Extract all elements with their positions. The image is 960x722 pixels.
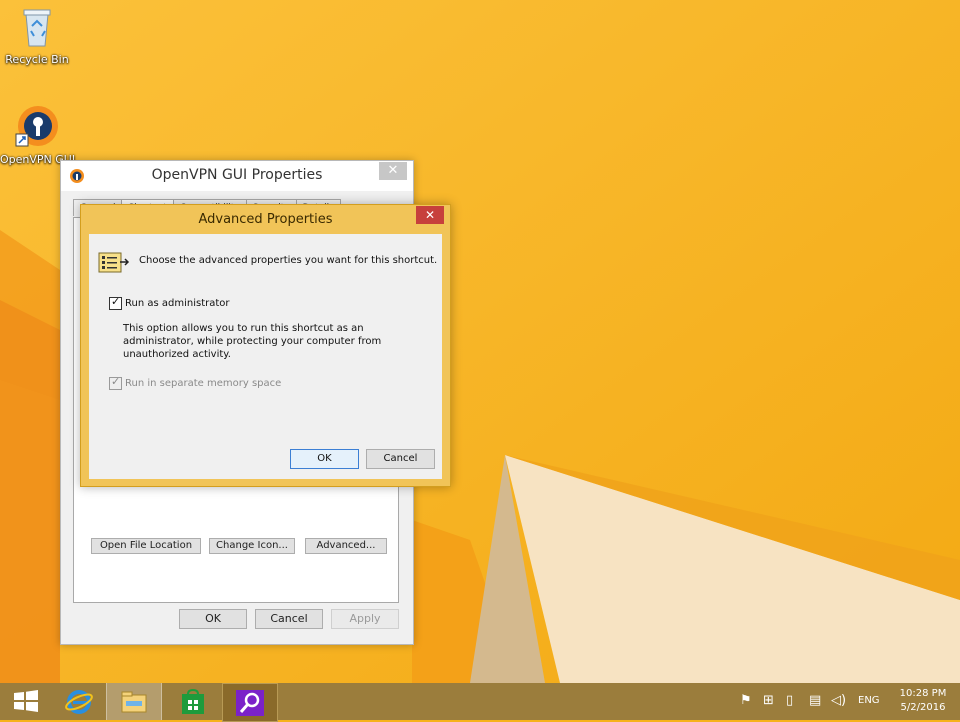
desktop-icon-label: Recycle Bin [5,53,69,66]
close-icon: ✕ [424,208,436,222]
advanced-header-text: Choose the advanced properties you want … [139,255,438,266]
store-icon [182,689,204,714]
desktop-icon-recycle-bin[interactable]: Recycle Bin [0,6,74,66]
advanced-properties-dialog: Advanced Properties ✕ Choose the advance… [80,204,451,487]
properties-title: OpenVPN GUI Properties [151,167,323,183]
close-icon: ✕ [387,163,399,178]
checkmark-icon: ✓ [111,295,121,308]
search-icon [236,690,264,716]
clock-date: 5/2/2016 [900,702,946,713]
shortcut-properties-icon [98,252,130,273]
advanced-titlebar[interactable]: Advanced Properties ✕ [81,205,450,232]
tablet-icon[interactable]: ▯ [786,693,793,709]
openvpn-icon [15,106,58,147]
taskbar-store[interactable] [166,683,218,720]
language-indicator[interactable]: ENG [858,695,880,706]
windows-icon[interactable]: ⊞ [763,693,774,709]
ok-button[interactable]: OK [179,609,247,629]
windows-start-icon [14,690,38,712]
start-button[interactable] [0,683,52,720]
properties-titlebar[interactable]: OpenVPN GUI Properties ✕ [61,161,413,191]
separate-memory-checkbox: ✓ [109,375,122,390]
file-explorer-icon [121,691,147,713]
flag-icon[interactable]: ⚑ [740,693,752,709]
ok-button[interactable]: OK [290,449,359,469]
clock-time: 10:28 PM [899,688,947,699]
desktop-icon-openvpn[interactable]: OpenVPN GUI [0,104,75,166]
recycle-bin-icon [23,9,51,47]
run-as-admin-checkbox[interactable]: ✓ [109,295,122,310]
separate-memory-row: ✓ Run in separate memory space [109,375,282,390]
clock[interactable]: 10:28 PM 5/2/2016 [893,687,953,715]
advanced-title: Advanced Properties [198,212,333,227]
internet-explorer-icon [65,690,93,714]
cancel-button[interactable]: Cancel [366,449,435,469]
advanced-body: Choose the advanced properties you want … [89,234,442,479]
network-icon[interactable]: ▤ [809,693,821,709]
taskbar-file-explorer[interactable] [106,683,162,720]
close-button[interactable]: ✕ [416,206,444,224]
taskbar-search[interactable] [222,683,278,722]
separate-memory-label: Run in separate memory space [125,378,282,389]
apply-button[interactable]: Apply [331,609,399,629]
cancel-button[interactable]: Cancel [255,609,323,629]
volume-icon[interactable]: ◁) [831,693,846,709]
taskbar: ⚑ ⊞ ▯ ▤ ◁) ENG 10:28 PM 5/2/2016 [0,683,960,722]
change-icon-button[interactable]: Change Icon... [209,538,295,554]
run-as-admin-row[interactable]: ✓ Run as administrator [109,295,230,310]
advanced-button[interactable]: Advanced... [305,538,387,554]
checkmark-icon: ✓ [111,375,121,388]
close-button[interactable]: ✕ [379,162,407,180]
run-as-admin-label: Run as administrator [125,298,230,309]
run-as-admin-description: This option allows you to run this short… [123,323,382,360]
taskbar-internet-explorer[interactable] [52,683,104,720]
open-file-location-button[interactable]: Open File Location [91,538,201,554]
